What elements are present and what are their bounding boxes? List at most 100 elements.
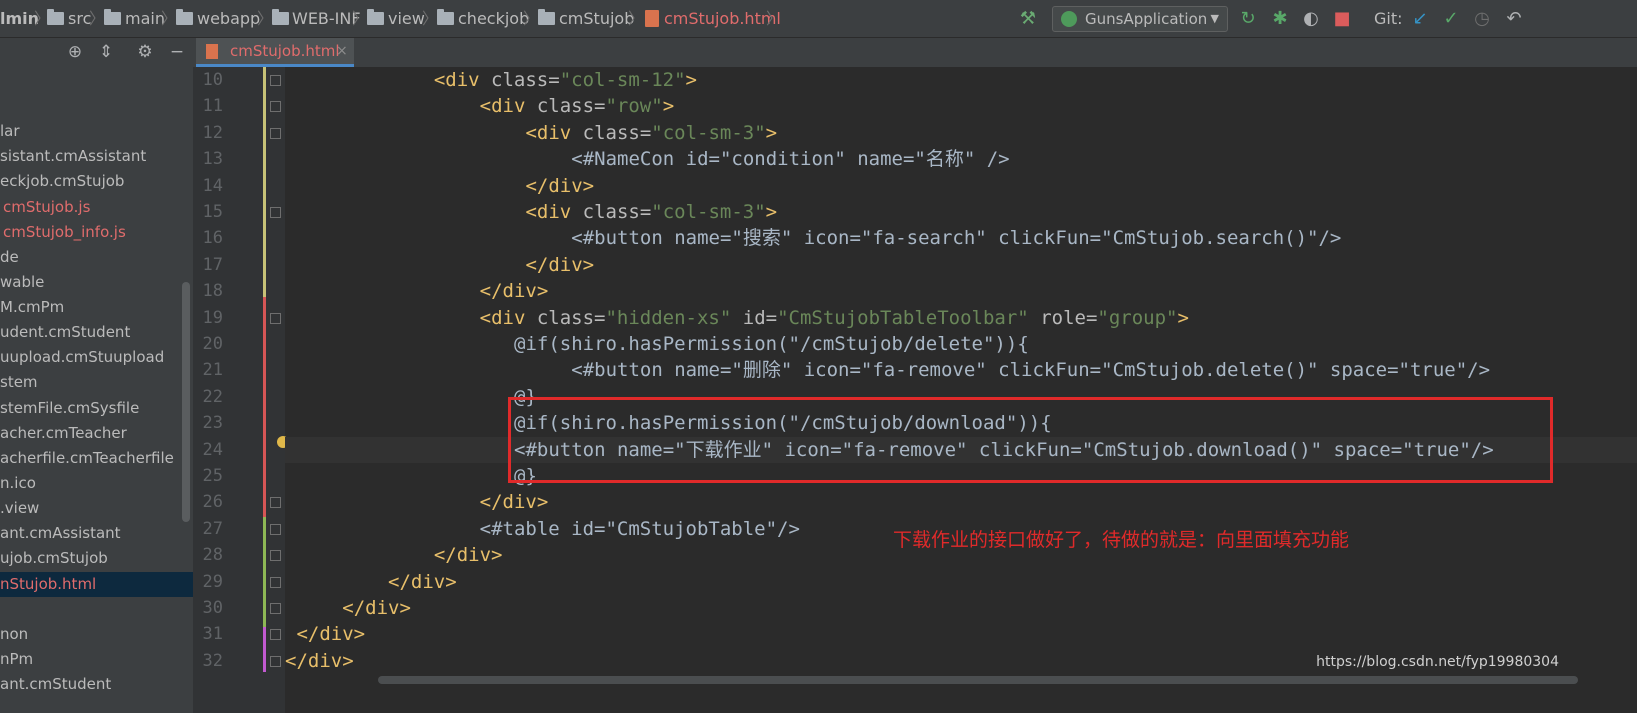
locate-icon[interactable]: ⊕ [64, 38, 86, 66]
code-line: @} [285, 384, 537, 410]
tree-item[interactable]: non [0, 622, 193, 647]
git-label: Git: [1374, 9, 1403, 28]
tree-item[interactable]: udent.cmStudent [0, 320, 193, 345]
commit-icon[interactable]: ✓ [1439, 0, 1463, 38]
tree-item[interactable] [0, 597, 193, 622]
breadcrumb-item-view[interactable]: view [388, 0, 425, 38]
line-number: 28 [202, 545, 223, 566]
run-configuration-select[interactable]: GunsApplication ▼ [1052, 6, 1228, 32]
breadcrumb-item-file[interactable]: cmStujob.html [664, 0, 781, 38]
history-icon[interactable]: ◷ [1470, 0, 1494, 38]
code-line: <#NameCon id="condition" name="名称" /> [285, 146, 1009, 172]
fold-marker-icon[interactable] [270, 629, 281, 641]
close-icon[interactable]: × [336, 38, 348, 64]
code-line: <div class="col-sm-3"> [285, 120, 777, 146]
code-line: <#table id="CmStujobTable"/> [285, 516, 800, 542]
fold-marker-icon[interactable] [270, 550, 281, 562]
fold-marker-icon[interactable] [270, 655, 281, 667]
code-token: > [1177, 306, 1189, 329]
code-token: > [662, 95, 675, 118]
coverage-icon[interactable]: ◐ [1299, 0, 1323, 38]
tree-item[interactable]: uupload.cmStuupload [0, 345, 193, 370]
code-token: <div [525, 201, 572, 223]
line-number: 20 [202, 334, 223, 354]
html-file-icon [206, 44, 218, 59]
horizontal-scrollbar[interactable] [378, 676, 1578, 684]
breadcrumb-item-checkjob[interactable]: checkjob [458, 0, 529, 38]
fold-marker-icon[interactable] [270, 312, 281, 324]
tree-item[interactable]: n.ico [0, 471, 193, 496]
tree-item[interactable]: de [0, 245, 193, 270]
fold-marker-icon[interactable] [270, 603, 281, 614]
code-token: </div> [479, 280, 549, 303]
revert-icon[interactable]: ↶ [1502, 0, 1526, 38]
breadcrumb-item-web-inf[interactable]: WEB-INF [292, 0, 361, 38]
fold-marker-icon[interactable] [270, 576, 281, 588]
tree-item-selected[interactable]: nStujob.html [0, 572, 193, 597]
code-line: </div> [285, 621, 365, 647]
editor-tab-bar: cmStujob.html × [193, 38, 1637, 67]
line-number: 11 [202, 96, 223, 117]
code-token: class= [525, 95, 606, 118]
tree-item[interactable]: acher.cmTeacher [0, 421, 193, 446]
breadcrumb-item-cmstujob[interactable]: cmStujob [559, 0, 634, 38]
fold-marker-icon[interactable] [270, 497, 281, 509]
hide-panel-icon[interactable]: − [166, 38, 188, 66]
line-number: 19 [202, 307, 223, 328]
breadcrumb-separator: 〉 [523, 9, 540, 28]
tree-item[interactable]: ant.cmAssistant [0, 521, 193, 546]
stop-icon[interactable]: ■ [1330, 0, 1354, 38]
code-token: <#table id="CmStujobTable"/> [479, 517, 800, 540]
line-number: 14 [202, 175, 223, 196]
vcs-change-marker [263, 517, 266, 627]
spring-boot-icon [1061, 11, 1077, 27]
hammer-icon[interactable]: ⚒ [1016, 0, 1040, 38]
tree-item[interactable]: nPm [0, 647, 193, 672]
debug-icon[interactable]: ✱ [1268, 0, 1292, 38]
tree-item[interactable]: M.cmPm [0, 295, 193, 320]
update-project-icon[interactable]: ↙ [1408, 0, 1432, 38]
code-line: <#button name="搜索" icon="fa-search" clic… [285, 225, 1341, 251]
tree-item[interactable]: ujob.cmStujob [0, 546, 193, 571]
tree-item[interactable]: ant.cmStudent [0, 672, 193, 697]
breadcrumb-separator: 〉 [352, 9, 369, 28]
code-token: > [765, 201, 778, 223]
code-line: <div class="col-sm-12"> [285, 67, 697, 93]
breadcrumb-item-src[interactable]: src [68, 0, 91, 38]
folder-icon [272, 9, 289, 25]
line-number: 18 [202, 281, 223, 302]
code-token: "row" [605, 95, 663, 118]
tree-item[interactable]: wable [0, 270, 193, 295]
chevron-down-icon: ▼ [1210, 12, 1219, 25]
tree-item[interactable]: stem [0, 370, 193, 395]
tree-item[interactable]: cmStujob.js [0, 195, 196, 220]
tree-item[interactable]: cmStujob_info.js [0, 220, 196, 245]
tab-cmstujob-html[interactable]: cmStujob.html × [196, 38, 354, 67]
rerun-icon[interactable]: ↻ [1236, 0, 1260, 38]
code-token: </div> [388, 570, 457, 593]
breadcrumb-item-webapp[interactable]: webapp [197, 0, 260, 38]
vcs-change-marker [263, 627, 266, 672]
fold-marker-icon[interactable] [270, 523, 281, 535]
code-token: class= [571, 201, 652, 223]
code-editor[interactable]: <div class="col-sm-12"> <div class="row">… [285, 67, 1637, 713]
tree-item[interactable]: stemFile.cmSysfile [0, 396, 193, 421]
tree-item[interactable]: lar [0, 119, 193, 144]
tree-item[interactable]: acherfile.cmTeacherfile [0, 446, 193, 471]
line-number: 13 [202, 149, 223, 170]
highlight-box [508, 397, 1553, 483]
collapse-all-icon[interactable]: ⇕ [95, 38, 117, 66]
project-scrollbar[interactable] [182, 282, 190, 522]
folder-icon [47, 9, 64, 25]
fold-marker-icon[interactable] [270, 75, 281, 86]
tree-item[interactable]: eckjob.cmStujob [0, 169, 193, 194]
fold-marker-icon[interactable] [270, 207, 281, 218]
breadcrumb-item-main[interactable]: main [125, 0, 165, 38]
tree-item[interactable]: .view [0, 496, 193, 521]
fold-marker-icon[interactable] [270, 127, 281, 139]
fold-marker-icon[interactable] [270, 101, 281, 113]
code-token: > [685, 69, 697, 91]
tree-item[interactable]: sistant.cmAssistant [0, 144, 193, 169]
html-file-icon [645, 10, 659, 27]
gear-icon[interactable]: ⚙ [134, 38, 156, 66]
